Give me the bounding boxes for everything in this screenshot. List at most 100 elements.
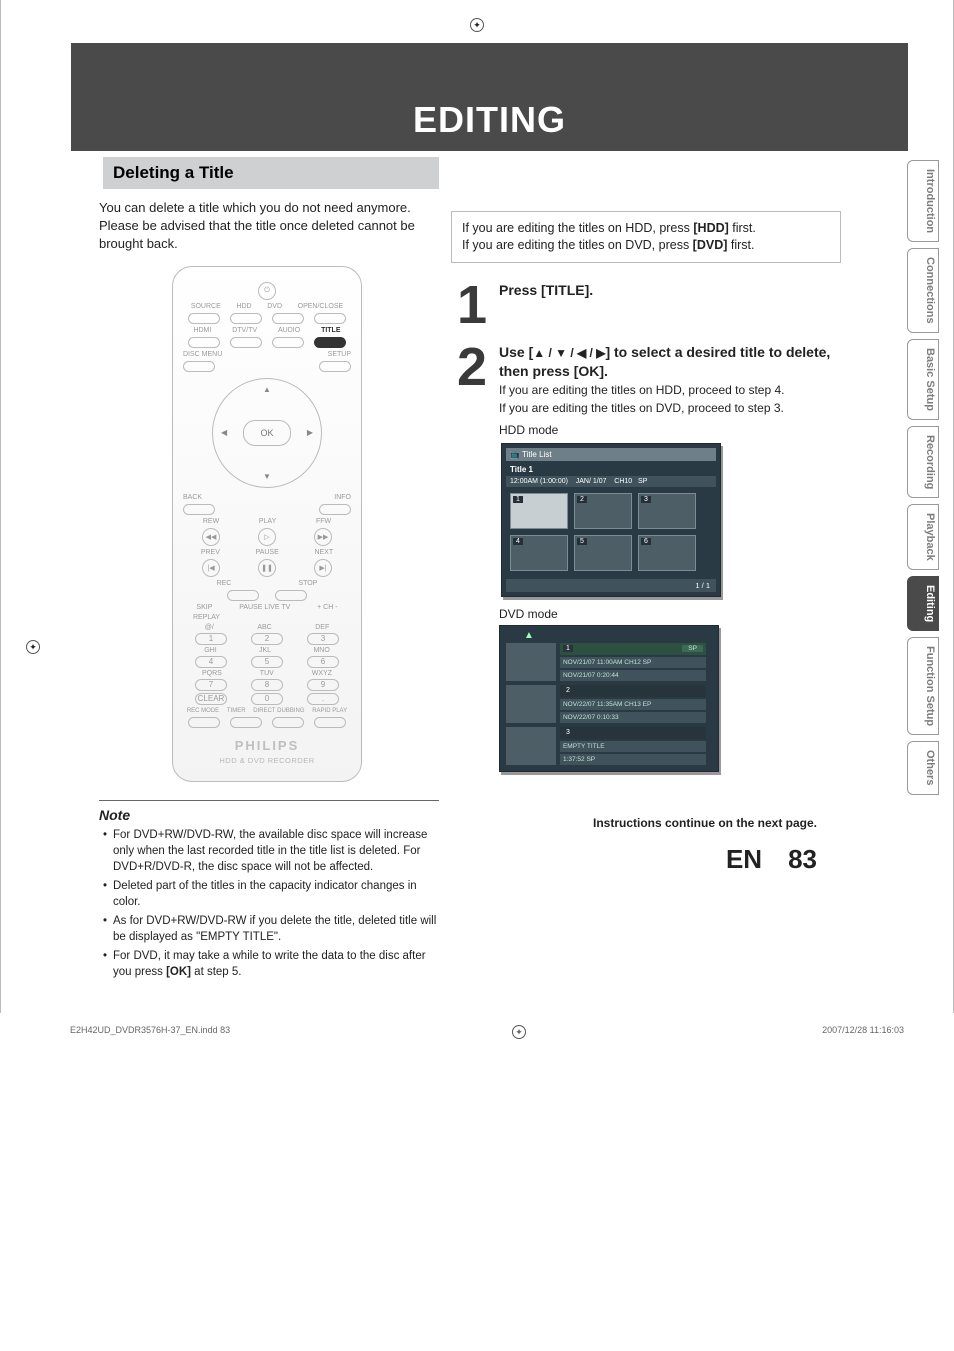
page-number-block: EN 83 — [451, 844, 841, 875]
numpad-7: 7 — [195, 679, 227, 691]
crop-mark-top — [470, 18, 484, 32]
note4-bold: [OK] — [166, 966, 191, 978]
remote-btn — [230, 313, 262, 324]
hint1-post: first. — [729, 221, 756, 235]
thumb-num: 6 — [641, 538, 651, 545]
hint1-pre: If you are editing the titles on HDD, pr… — [462, 221, 693, 235]
tab-introduction[interactable]: Introduction — [907, 160, 939, 242]
footer-timestamp: 2007/12/28 11:16:03 — [822, 1025, 904, 1039]
dvd-row-1: 1 SP NOV/21/07 11:00AM CH12 SP NOV/21/07… — [504, 641, 714, 683]
thumb-num: 4 — [513, 538, 523, 545]
ffw-icon: ▶▶ — [314, 528, 332, 546]
remote-btn — [227, 590, 259, 601]
tab-recording[interactable]: Recording — [907, 426, 939, 498]
arrow-right-icon: ▶ — [307, 428, 313, 437]
remote-label-info: INFO — [334, 494, 351, 501]
tab-basic-setup[interactable]: Basic Setup — [907, 339, 939, 420]
thumb-num: 5 — [577, 538, 587, 545]
screen-header: 📺 Title List — [506, 448, 716, 461]
remote-btn — [319, 361, 351, 372]
dvd-item-3-meta2: 1:37:52 SP — [560, 754, 706, 765]
remote-ok-pad: ▲ ▼ ◀ ▶ OK — [212, 378, 322, 488]
dvd-item-num: 1 — [563, 645, 573, 652]
numpad-2: 2 — [251, 633, 283, 645]
dvd-item-2-meta2: NOV/22/07 0:10:33 — [560, 712, 706, 723]
remote-label-next: NEXT — [314, 549, 333, 556]
dvd-row-3: 3 EMPTY TITLE 1:37:52 SP — [504, 725, 714, 767]
dvd-mode-label: DVD mode — [499, 607, 841, 621]
clear-btn: CLEAR — [195, 693, 227, 705]
header-band — [71, 43, 908, 95]
hdd-mode-label: HDD mode — [499, 423, 841, 437]
dvd-thumb — [506, 727, 556, 765]
remote-label-discmenu: DISC MENU — [183, 351, 222, 358]
remote-btn — [188, 337, 220, 348]
remote-label-openclose: OPEN/CLOSE — [298, 303, 344, 310]
remote-illustration: ⏻ SOURCE HDD DVD OPEN/CLOSE HDMI DTV/TV … — [172, 266, 362, 782]
step2-title: Use [▲ / ▼ / ◀ / ▶] to select a desired … — [499, 343, 841, 380]
arrow-up-icon: ▲ — [263, 385, 271, 394]
thumb-num: 2 — [577, 496, 587, 503]
left-column: You can delete a title which you do not … — [71, 199, 441, 983]
step-number: 2 — [451, 343, 493, 392]
remote-nplabel: JKL — [259, 647, 271, 654]
remote-btn — [230, 337, 262, 348]
remote-nplabel: PQRS — [202, 670, 222, 677]
intro-text: You can delete a title which you do not … — [99, 199, 435, 254]
screen-header-text: Title List — [522, 450, 552, 459]
tab-playback[interactable]: Playback — [907, 504, 939, 570]
thumb-1: 1 — [510, 493, 568, 529]
arrow-down-icon: ▼ — [263, 472, 271, 481]
remote-label-title: TITLE — [321, 327, 340, 334]
remote-btn — [314, 717, 346, 728]
remote-label-hdmi: HDMI — [193, 327, 211, 334]
remote-label-timer: TIMER — [227, 708, 246, 714]
remote-label-setup: SETUP — [328, 351, 351, 358]
hint1-bold: [HDD] — [693, 221, 728, 235]
dvd-thumb — [506, 685, 556, 723]
play-icon: ▷ — [258, 528, 276, 546]
numpad-5: 5 — [251, 656, 283, 668]
screen-meta-time: 12:00AM (1:00:00) — [510, 478, 568, 485]
tab-others[interactable]: Others — [907, 741, 939, 794]
next-icon: ▶| — [314, 559, 332, 577]
numpad-9: 9 — [307, 679, 339, 691]
footer-meta: E2H42UD_DVDR3576H-37_EN.indd 83 2007/12/… — [0, 1013, 954, 1049]
remote-label-dvd: DVD — [267, 303, 282, 310]
screen-meta-date: JAN/ 1/07 — [576, 478, 607, 485]
brand-sublabel: HDD & DVD RECORDER — [183, 756, 351, 765]
note4-pre: For DVD, it may take a while to write th… — [113, 950, 426, 978]
dvd-item-2-meta1: NOV/22/07 11:35AM CH13 EP — [560, 699, 706, 710]
numpad-0: 0 — [251, 693, 283, 705]
pause-icon: ❚❚ — [258, 559, 276, 577]
page-number: 83 — [788, 844, 817, 874]
remote-nplabel: DEF — [315, 624, 329, 631]
dvd-screen: ▲ 1 SP NOV/21/07 11:00AM CH12 SP NOV/21/… — [499, 625, 719, 772]
dvd-item-2-num: 2 — [560, 685, 706, 697]
up-arrow-icon: ▲ — [504, 630, 714, 641]
remote-nplabel: @/ — [205, 624, 214, 631]
remote-label-hdd: HDD — [236, 303, 251, 310]
tab-editing[interactable]: Editing — [907, 576, 939, 631]
remote-nplabel: WXYZ — [312, 670, 332, 677]
hint-box: If you are editing the titles on HDD, pr… — [451, 211, 841, 263]
remote-label-rec: REC — [217, 580, 232, 587]
step2-text1: If you are editing the titles on HDD, pr… — [499, 382, 841, 398]
screen-footer: 1 / 1 — [506, 579, 716, 592]
hint2-bold: [DVD] — [693, 238, 728, 252]
remote-btn — [319, 504, 351, 515]
numpad-4: 4 — [195, 656, 227, 668]
tab-connections[interactable]: Connections — [907, 248, 939, 333]
footer-filepath: E2H42UD_DVDR3576H-37_EN.indd 83 — [70, 1025, 230, 1039]
tab-function-setup[interactable]: Function Setup — [907, 637, 939, 735]
note4-post: at step 5. — [191, 966, 242, 978]
manual-page: EDITING Deleting a Title Introduction Co… — [0, 0, 954, 1013]
dvd-thumb — [506, 643, 556, 681]
thumb-4: 4 — [510, 535, 568, 571]
page-lang: EN — [726, 844, 762, 875]
dvd-item-num: 2 — [563, 687, 573, 694]
screen-title: Title 1 — [506, 463, 716, 476]
section-title: EDITING — [71, 95, 908, 151]
thumbnail-grid: 1 2 3 4 5 6 — [506, 487, 716, 577]
remote-btn — [272, 337, 304, 348]
